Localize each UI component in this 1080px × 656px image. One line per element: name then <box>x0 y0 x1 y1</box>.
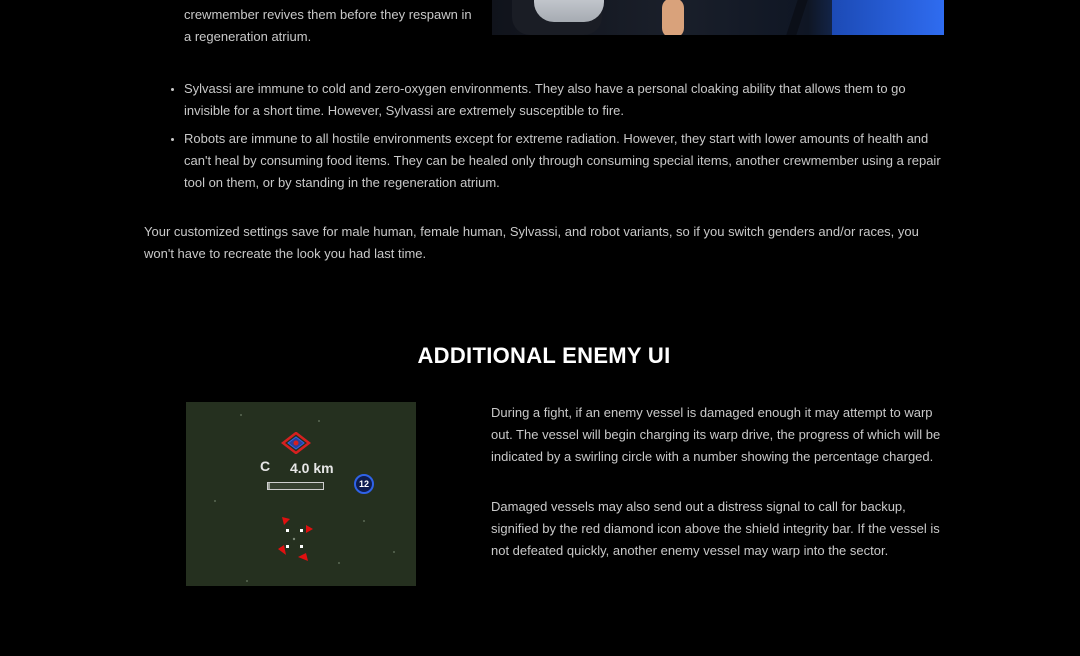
warp-charge-percent: 12 <box>358 479 369 489</box>
shield-integrity-fill <box>268 483 270 489</box>
character-creator-image <box>492 0 944 35</box>
list-item-robots: Robots are immune to all hostile environ… <box>171 128 954 194</box>
distress-diamond-icon <box>281 432 311 454</box>
distance-readout: 4.0 km <box>290 460 334 476</box>
race-traits-list: Sylvassi are immune to cold and zero-oxy… <box>171 78 954 200</box>
intro-paragraph-end: crewmember revives them before they resp… <box>184 7 472 44</box>
distress-signal-paragraph: Damaged vessels may also send out a dist… <box>491 499 940 558</box>
warp-charge-icon: 12 <box>354 474 374 494</box>
enemy-ui-description: During a fight, if an enemy vessel is da… <box>491 402 947 590</box>
list-item-sylvassi: Sylvassi are immune to cold and zero-oxy… <box>171 78 954 122</box>
ship-class-letter: C <box>260 458 271 474</box>
shield-integrity-bar <box>267 482 324 490</box>
customized-settings-paragraph: Your customized settings save for male h… <box>144 224 919 261</box>
target-reticle-icon <box>278 517 313 561</box>
section-heading: ADDITIONAL ENEMY UI <box>417 343 671 368</box>
enemy-ui-screenshot: C 4.0 km 12 <box>186 402 416 586</box>
warp-out-paragraph: During a fight, if an enemy vessel is da… <box>491 405 941 464</box>
